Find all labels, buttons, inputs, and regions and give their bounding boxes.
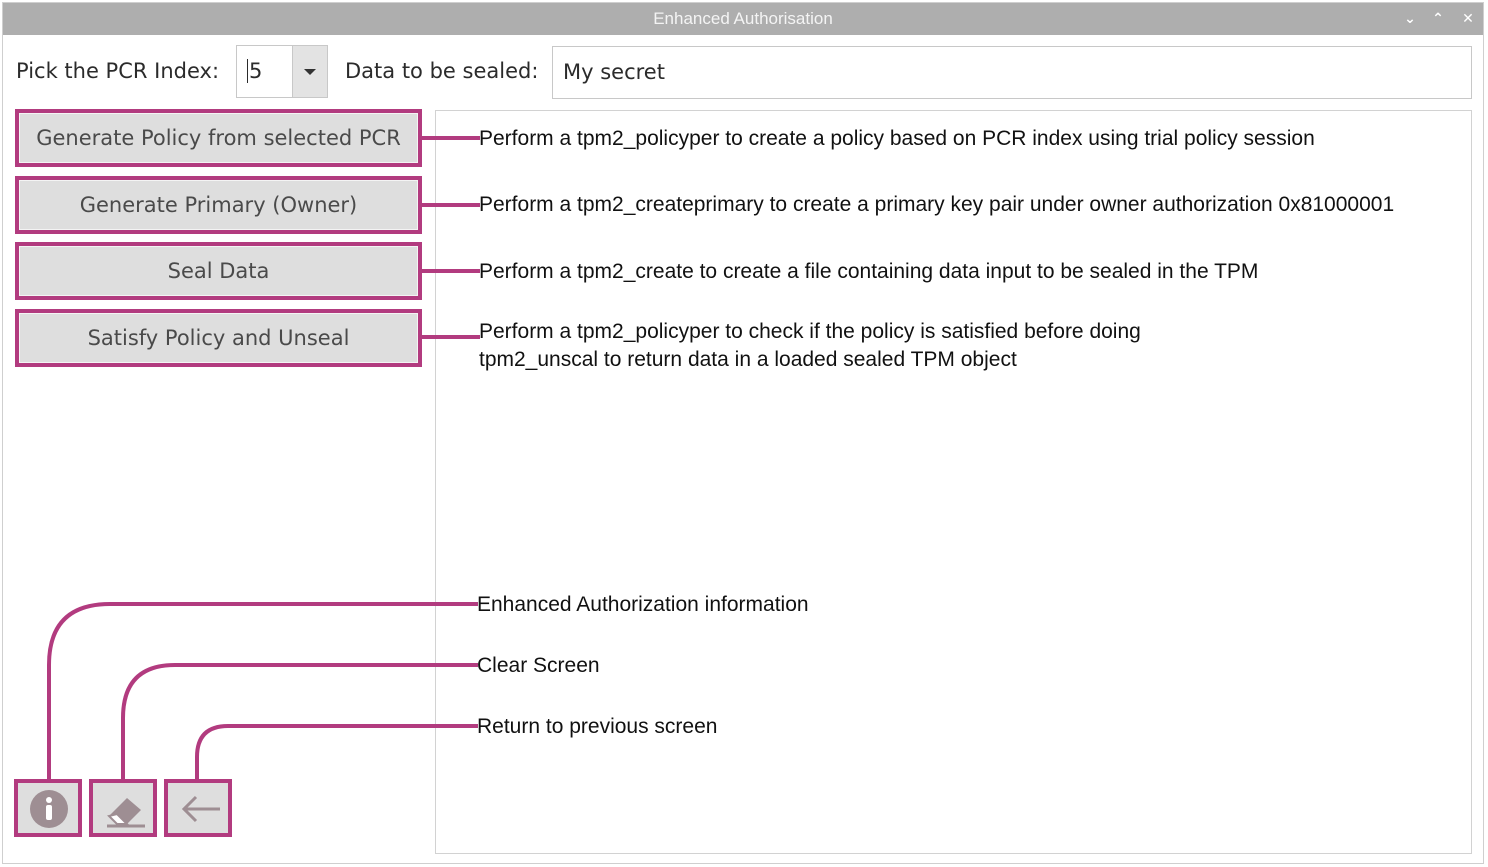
annotation-back: Return to previous screen [477, 715, 718, 738]
annotation-info: Enhanced Authorization information [477, 593, 809, 616]
info-icon [30, 790, 68, 828]
annotation-policy: Perform a tpm2_policyper to create a pol… [479, 127, 1315, 150]
clear-screen-button[interactable] [89, 779, 157, 837]
annotation-primary: Perform a tpm2_createprimary to create a… [479, 193, 1395, 216]
info-button[interactable] [14, 779, 82, 837]
annotation-unseal-line2: tpm2_unscal to return data in a loaded s… [479, 348, 1017, 371]
return-button[interactable] [164, 779, 232, 837]
callout-back-line [195, 724, 478, 781]
callout-info-line [47, 602, 478, 781]
annotation-seal: Perform a tpm2_create to create a file c… [479, 260, 1259, 283]
arrow-left-icon [181, 795, 220, 823]
callout-clear-line [121, 663, 478, 781]
annotation-clear: Clear Screen [477, 654, 600, 677]
annotation-unseal-line1: Perform a tpm2_policyper to check if the… [479, 320, 1141, 343]
eraser-icon [107, 798, 145, 828]
